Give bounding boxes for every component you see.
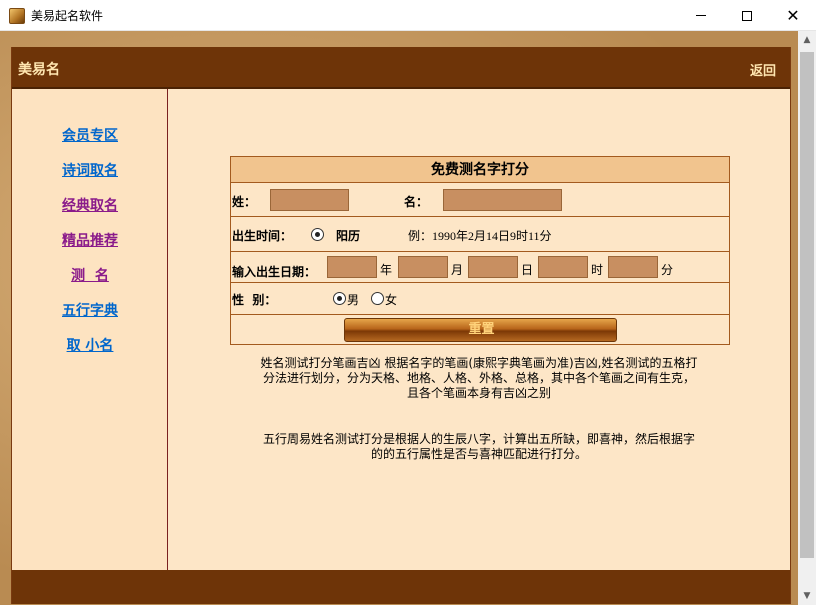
- solar-calendar-radio[interactable]: [311, 228, 324, 241]
- male-radio[interactable]: [333, 292, 346, 305]
- app-icon: [9, 8, 25, 24]
- scroll-down-icon[interactable]: ▼: [798, 587, 816, 605]
- birth-date-label: 输入出生日期：: [232, 265, 317, 279]
- female-label: 女: [385, 293, 398, 307]
- sidebar: 会员专区 诗词取名 经典取名 精品推荐 测 名 五行字典 取 小名: [12, 89, 168, 570]
- description-paragraph-1: 姓名测试打分笔画吉凶 根据名字的笔画(康熙字典笔画为准)吉凶,姓名测试的五格打 …: [229, 356, 729, 401]
- sidebar-item-five-elements[interactable]: 五行字典: [12, 300, 168, 320]
- month-unit: 月: [451, 263, 464, 277]
- day-input[interactable]: [468, 256, 518, 278]
- name-score-form: 免费测名字打分 姓： 名： 出生时间： 阳历 例：1990年2月14日9时11分…: [230, 156, 730, 345]
- male-label: 男: [347, 293, 360, 307]
- surname-input[interactable]: [270, 189, 349, 211]
- description-line: 且各个笔画本身有吉凶之别: [406, 386, 551, 400]
- solar-calendar-label: 阳历: [336, 229, 361, 243]
- window-title: 美易起名软件: [31, 9, 104, 23]
- day-unit: 日: [521, 263, 534, 277]
- minute-input[interactable]: [608, 256, 658, 278]
- row-divider: [231, 282, 729, 283]
- reset-label: 重置: [468, 322, 495, 337]
- minute-unit: 分: [661, 263, 674, 277]
- back-link[interactable]: 返回: [750, 60, 776, 79]
- close-icon: ✕: [786, 5, 800, 25]
- year-input[interactable]: [327, 256, 377, 278]
- title-bar: 美易起名软件 ✕: [0, 0, 816, 31]
- sidebar-item-poem-naming[interactable]: 诗词取名: [12, 160, 168, 180]
- female-radio[interactable]: [371, 292, 384, 305]
- reset-button[interactable]: 重置: [344, 318, 617, 342]
- minimize-button[interactable]: [678, 0, 724, 31]
- minimize-icon: [696, 15, 706, 16]
- hour-unit: 时: [591, 263, 604, 277]
- sidebar-item-recommend[interactable]: 精品推荐: [12, 230, 168, 250]
- content-area: 免费测名字打分 姓： 名： 出生时间： 阳历 例：1990年2月14日9时11分…: [169, 89, 790, 570]
- close-button[interactable]: ✕: [770, 0, 816, 31]
- description-line: 姓名测试打分笔画吉凶 根据名字的笔画(康熙字典笔画为准)吉凶,姓名测试的五格打: [260, 356, 698, 370]
- scroll-thumb[interactable]: [800, 52, 814, 558]
- hour-input[interactable]: [538, 256, 588, 278]
- maximize-button[interactable]: [724, 0, 770, 31]
- row-divider: [231, 314, 729, 315]
- description-paragraph-2: 五行周易姓名测试打分是根据人的生辰八字，计算出五所缺，即喜神，然后根据字 的的五…: [229, 432, 729, 462]
- date-example: 例：1990年2月14日9时11分: [408, 229, 552, 243]
- description-line: 五行周易姓名测试打分是根据人的生辰八字，计算出五所缺，即喜神，然后根据字: [262, 432, 695, 446]
- sidebar-item-test-name[interactable]: 测 名: [12, 265, 168, 285]
- name-input[interactable]: [443, 189, 562, 211]
- year-unit: 年: [380, 263, 393, 277]
- description-line: 分法进行划分，分为天格、地格、人格、外格、总格，其中各个笔画之间有生克，: [262, 371, 695, 385]
- vertical-scrollbar[interactable]: ▲ ▼: [798, 31, 816, 605]
- brand-title: 美易名: [18, 62, 60, 78]
- row-divider: [231, 251, 729, 252]
- month-input[interactable]: [398, 256, 448, 278]
- form-title: 免费测名字打分: [231, 157, 729, 183]
- name-label: 名：: [404, 195, 429, 209]
- sidebar-item-classic-naming[interactable]: 经典取名: [12, 195, 168, 215]
- row-divider: [231, 216, 729, 217]
- birth-time-label: 出生时间：: [232, 229, 293, 243]
- sidebar-item-member[interactable]: 会员专区: [12, 125, 168, 145]
- header-bar: 美易名 返回: [12, 47, 790, 89]
- maximize-icon: [742, 10, 752, 21]
- gender-label: 性 别：: [232, 293, 277, 307]
- main-panel: 美易名 返回 会员专区 诗词取名 经典取名 精品推荐 测 名 五行字典 取 小名…: [11, 47, 791, 604]
- description-line: 的的五行属性是否与喜神匹配进行打分。: [370, 447, 587, 461]
- sidebar-item-nickname[interactable]: 取 小名: [12, 335, 168, 355]
- footer-bar: [12, 570, 790, 604]
- surname-label: 姓：: [232, 195, 257, 209]
- scroll-up-icon[interactable]: ▲: [798, 31, 816, 49]
